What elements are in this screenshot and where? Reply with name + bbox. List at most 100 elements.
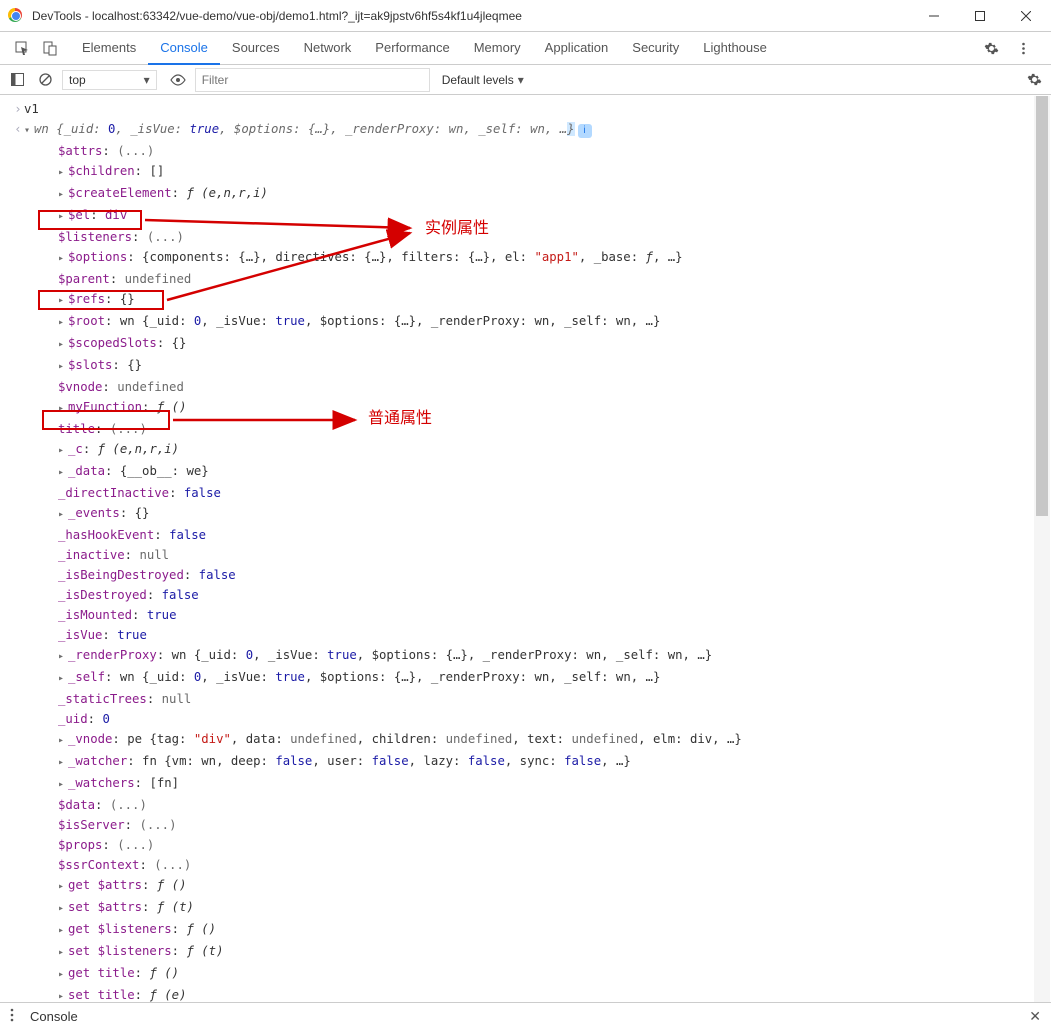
object-property[interactable]: _c: ƒ (e,n,r,i) (24, 439, 1051, 461)
drawer-close-icon[interactable]: ✕ (1029, 1008, 1041, 1025)
devtools-tabbar: Elements Console Sources Network Perform… (0, 32, 1051, 65)
object-property[interactable]: set $listeners: ƒ (t) (24, 941, 1051, 963)
tab-security[interactable]: Security (620, 32, 691, 64)
chrome-icon (8, 8, 24, 24)
close-button[interactable] (1003, 1, 1049, 31)
object-property[interactable]: $data: (...) (24, 795, 1051, 815)
console-output: ›v1 ‹wn {_uid: 0, _isVue: true, $options… (0, 95, 1051, 1002)
expand-arrow-icon[interactable] (58, 667, 68, 689)
expand-arrow-icon[interactable] (58, 645, 68, 667)
live-expression-icon[interactable] (167, 74, 189, 86)
expand-arrow-icon[interactable] (58, 897, 68, 919)
object-property[interactable]: _watchers: [fn] (24, 773, 1051, 795)
object-property[interactable]: set title: ƒ (e) (24, 985, 1051, 1002)
object-property[interactable]: $root: wn {_uid: 0, _isVue: true, $optio… (24, 311, 1051, 333)
object-property-el[interactable]: $el: div (24, 205, 1051, 227)
object-property[interactable]: _uid: 0 (24, 709, 1051, 729)
object-property[interactable]: $parent: undefined (24, 269, 1051, 289)
tab-sources[interactable]: Sources (220, 32, 292, 64)
minimize-button[interactable] (911, 1, 957, 31)
tab-network[interactable]: Network (292, 32, 364, 64)
object-property[interactable]: $vnode: undefined (24, 377, 1051, 397)
expand-arrow-icon[interactable] (58, 161, 68, 183)
expand-arrow-icon[interactable] (58, 729, 68, 751)
console-line[interactable]: v1 (24, 99, 1051, 119)
object-property-refs[interactable]: $refs: {} (24, 289, 1051, 311)
console-settings-icon[interactable] (1023, 72, 1045, 87)
drawer-bar[interactable]: Console ✕ (0, 1002, 1051, 1030)
object-property[interactable]: $listeners: (...) (24, 227, 1051, 247)
object-property[interactable]: get $listeners: ƒ () (24, 919, 1051, 941)
expand-arrow-icon[interactable] (58, 919, 68, 941)
expand-arrow-icon[interactable] (58, 397, 68, 419)
more-icon[interactable] (1009, 41, 1037, 56)
device-toggle-icon[interactable] (36, 41, 64, 56)
tab-application[interactable]: Application (533, 32, 621, 64)
expand-arrow-icon[interactable] (24, 119, 34, 141)
expand-arrow-icon[interactable] (58, 773, 68, 795)
inspect-icon[interactable] (8, 41, 36, 56)
tab-elements[interactable]: Elements (70, 32, 148, 64)
object-property[interactable]: get $attrs: ƒ () (24, 875, 1051, 897)
tab-lighthouse[interactable]: Lighthouse (691, 32, 779, 64)
filter-input[interactable] (195, 68, 430, 92)
object-property[interactable]: _watcher: fn {vm: wn, deep: false, user:… (24, 751, 1051, 773)
object-property[interactable]: $children: [] (24, 161, 1051, 183)
object-property[interactable]: _isVue: true (24, 625, 1051, 645)
object-property[interactable]: $ssrContext: (...) (24, 855, 1051, 875)
object-property[interactable]: $scopedSlots: {} (24, 333, 1051, 355)
object-property[interactable]: _isMounted: true (24, 605, 1051, 625)
window-titlebar: DevTools - localhost:63342/vue-demo/vue-… (0, 0, 1051, 32)
console-toolbar: top Default levels▾ (0, 65, 1051, 95)
object-property[interactable]: _directInactive: false (24, 483, 1051, 503)
settings-icon[interactable] (977, 41, 1005, 56)
context-selector[interactable]: top (62, 70, 157, 90)
tab-console[interactable]: Console (148, 32, 220, 65)
expand-arrow-icon[interactable] (58, 311, 68, 333)
console-line[interactable]: wn {_uid: 0, _isVue: true, $options: {…}… (24, 119, 1051, 141)
expand-arrow-icon[interactable] (58, 247, 68, 269)
object-property[interactable]: $attrs: (...) (24, 141, 1051, 161)
object-property[interactable]: $props: (...) (24, 835, 1051, 855)
object-property[interactable]: _self: wn {_uid: 0, _isVue: true, $optio… (24, 667, 1051, 689)
object-property[interactable]: _isBeingDestroyed: false (24, 565, 1051, 585)
info-badge-icon[interactable]: i (578, 124, 592, 138)
expand-arrow-icon[interactable] (58, 205, 68, 227)
object-property[interactable]: $createElement: ƒ (e,n,r,i) (24, 183, 1051, 205)
expand-arrow-icon[interactable] (58, 439, 68, 461)
console-sidebar-toggle-icon[interactable] (6, 73, 28, 86)
expand-arrow-icon[interactable] (58, 333, 68, 355)
object-property[interactable]: _events: {} (24, 503, 1051, 525)
expand-arrow-icon[interactable] (58, 355, 68, 377)
object-property[interactable]: _data: {__ob__: we} (24, 461, 1051, 483)
object-property[interactable]: $isServer: (...) (24, 815, 1051, 835)
tab-memory[interactable]: Memory (462, 32, 533, 64)
expand-arrow-icon[interactable] (58, 963, 68, 985)
object-property[interactable]: _renderProxy: wn {_uid: 0, _isVue: true,… (24, 645, 1051, 667)
object-property[interactable]: _inactive: null (24, 545, 1051, 565)
expand-arrow-icon[interactable] (58, 503, 68, 525)
expand-arrow-icon[interactable] (58, 875, 68, 897)
expand-arrow-icon[interactable] (58, 289, 68, 311)
object-property[interactable]: set $attrs: ƒ (t) (24, 897, 1051, 919)
expand-arrow-icon[interactable] (58, 183, 68, 205)
object-property[interactable]: _hasHookEvent: false (24, 525, 1051, 545)
object-property[interactable]: _isDestroyed: false (24, 585, 1051, 605)
object-property[interactable]: myFunction: ƒ () (24, 397, 1051, 419)
drawer-more-icon[interactable] (10, 1008, 30, 1025)
tab-performance[interactable]: Performance (363, 32, 461, 64)
object-property[interactable]: $options: {components: {…}, directives: … (24, 247, 1051, 269)
object-property-title[interactable]: title: (...) (24, 419, 1051, 439)
log-level-selector[interactable]: Default levels▾ (436, 71, 530, 89)
object-property[interactable]: _vnode: pe {tag: "div", data: undefined,… (24, 729, 1051, 751)
expand-arrow-icon[interactable] (58, 985, 68, 1002)
expand-arrow-icon[interactable] (58, 941, 68, 963)
expand-arrow-icon[interactable] (58, 751, 68, 773)
expand-arrow-icon[interactable] (58, 461, 68, 483)
clear-console-icon[interactable] (34, 73, 56, 86)
drawer-label[interactable]: Console (30, 1009, 78, 1024)
object-property[interactable]: _staticTrees: null (24, 689, 1051, 709)
object-property[interactable]: get title: ƒ () (24, 963, 1051, 985)
object-property[interactable]: $slots: {} (24, 355, 1051, 377)
maximize-button[interactable] (957, 1, 1003, 31)
